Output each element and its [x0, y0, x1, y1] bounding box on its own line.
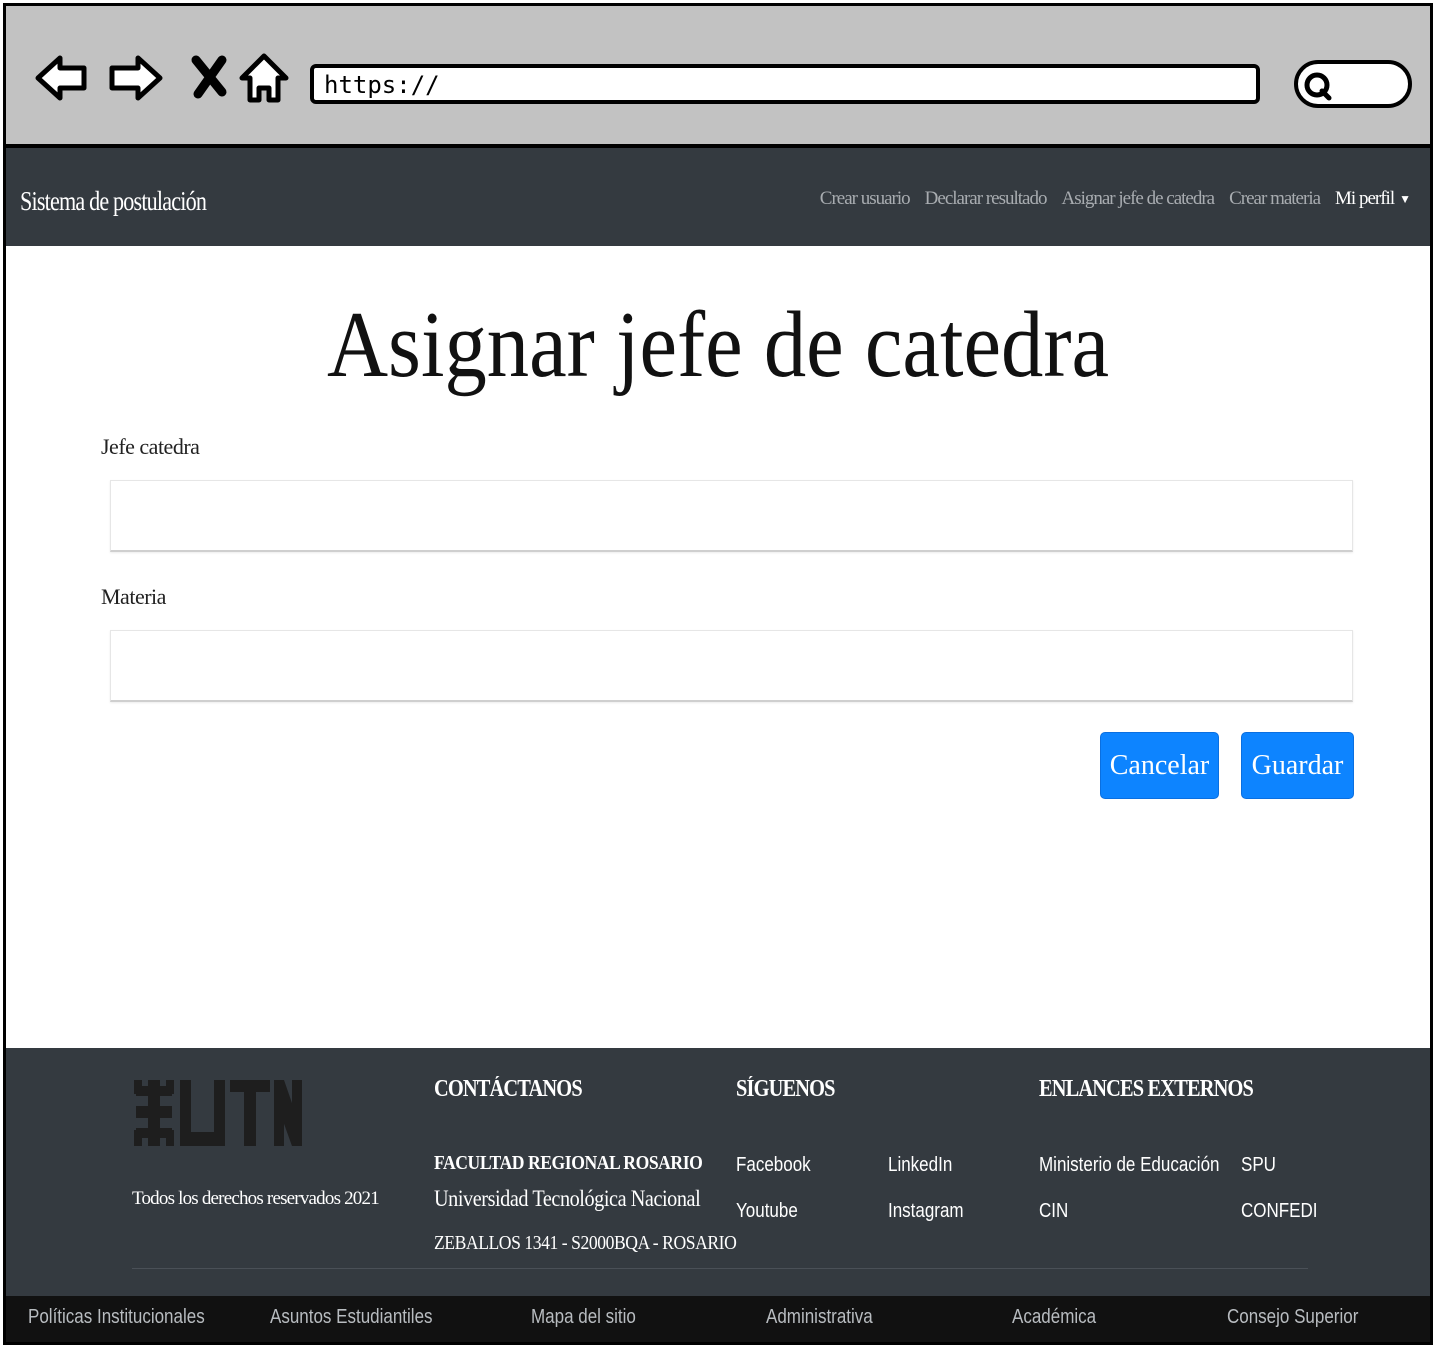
- browser-search-box[interactable]: [1294, 60, 1412, 108]
- facebook-link[interactable]: Facebook: [736, 1154, 811, 1177]
- copyright-text: Todos los derechos reservados 2021: [132, 1188, 380, 1209]
- nav-link-declarar-resultado[interactable]: Declarar resultado: [925, 188, 1048, 210]
- url-bar[interactable]: https://: [310, 64, 1260, 104]
- bottom-link-mapa[interactable]: Mapa del sitio: [531, 1306, 636, 1329]
- address-text: ZEBALLOS 1341 - S2000BQA - ROSARIO: [434, 1232, 737, 1254]
- browser-toolbar: https://: [6, 6, 1430, 148]
- app-navbar: Sistema de postulación Crear usuario Dec…: [6, 148, 1430, 246]
- materia-label: Materia: [101, 584, 166, 609]
- faculty-name: FACULTAD REGIONAL ROSARIO: [434, 1152, 703, 1174]
- nav-profile-dropdown[interactable]: Mi perfil: [1335, 188, 1395, 210]
- university-name: Universidad Tecnológica Nacional: [434, 1186, 701, 1211]
- bottom-link-consejo[interactable]: Consejo Superior: [1227, 1306, 1358, 1329]
- materia-input[interactable]: [111, 631, 1352, 700]
- navbar-brand[interactable]: Sistema de postulación: [20, 186, 207, 217]
- external-links-heading: ENLANCES EXTERNOS: [1039, 1076, 1254, 1102]
- follow-heading: SÍGUENOS: [736, 1076, 835, 1102]
- jefe-catedra-input[interactable]: [111, 481, 1352, 550]
- caret-down-icon[interactable]: ▼: [1399, 192, 1411, 207]
- bottom-link-academica[interactable]: Académica: [1012, 1306, 1096, 1329]
- search-icon: [1304, 72, 1332, 101]
- instagram-link[interactable]: Instagram: [888, 1200, 964, 1223]
- site-footer: Todos los derechos reservados 2021 CONTÁ…: [6, 1048, 1430, 1296]
- url-text: https://: [324, 71, 440, 99]
- youtube-link[interactable]: Youtube: [736, 1200, 798, 1223]
- page-title: Asignar jefe de catedra: [326, 293, 1110, 397]
- back-arrow-icon[interactable]: [32, 48, 92, 108]
- materia-field[interactable]: [110, 630, 1353, 702]
- nav-link-crear-materia[interactable]: Crear materia: [1229, 188, 1321, 210]
- jefe-catedra-field[interactable]: [110, 480, 1353, 552]
- cin-link[interactable]: CIN: [1039, 1200, 1068, 1223]
- confedi-link[interactable]: CONFEDI: [1241, 1200, 1318, 1223]
- footer-bottom-bar: Políticas Institucionales Asuntos Estudi…: [6, 1296, 1430, 1342]
- bottom-link-politicas[interactable]: Políticas Institucionales: [28, 1306, 205, 1329]
- navbar-links: Crear usuario Declarar resultado Asignar…: [820, 188, 1411, 210]
- close-icon[interactable]: [182, 48, 242, 108]
- utn-logo[interactable]: [134, 1076, 304, 1150]
- bottom-link-administrativa[interactable]: Administrativa: [766, 1306, 873, 1329]
- spu-link[interactable]: SPU: [1241, 1154, 1276, 1177]
- home-icon[interactable]: [234, 48, 294, 108]
- linkedin-link[interactable]: LinkedIn: [888, 1154, 952, 1177]
- ministerio-link[interactable]: Ministerio de Educación: [1039, 1154, 1219, 1177]
- nav-link-asignar-jefe[interactable]: Asignar jefe de catedra: [1061, 188, 1215, 210]
- forward-arrow-icon[interactable]: [106, 48, 166, 108]
- footer-divider: [132, 1268, 1308, 1269]
- jefe-catedra-label: Jefe catedra: [101, 434, 200, 459]
- browser-window: https:// Sistema de postulación Crear us…: [3, 3, 1433, 1345]
- nav-link-crear-usuario[interactable]: Crear usuario: [820, 188, 911, 210]
- contact-heading: CONTÁCTANOS: [434, 1076, 583, 1102]
- save-button[interactable]: Guardar: [1241, 732, 1354, 799]
- bottom-link-asuntos[interactable]: Asuntos Estudiantiles: [270, 1306, 433, 1329]
- cancel-button[interactable]: Cancelar: [1100, 732, 1219, 799]
